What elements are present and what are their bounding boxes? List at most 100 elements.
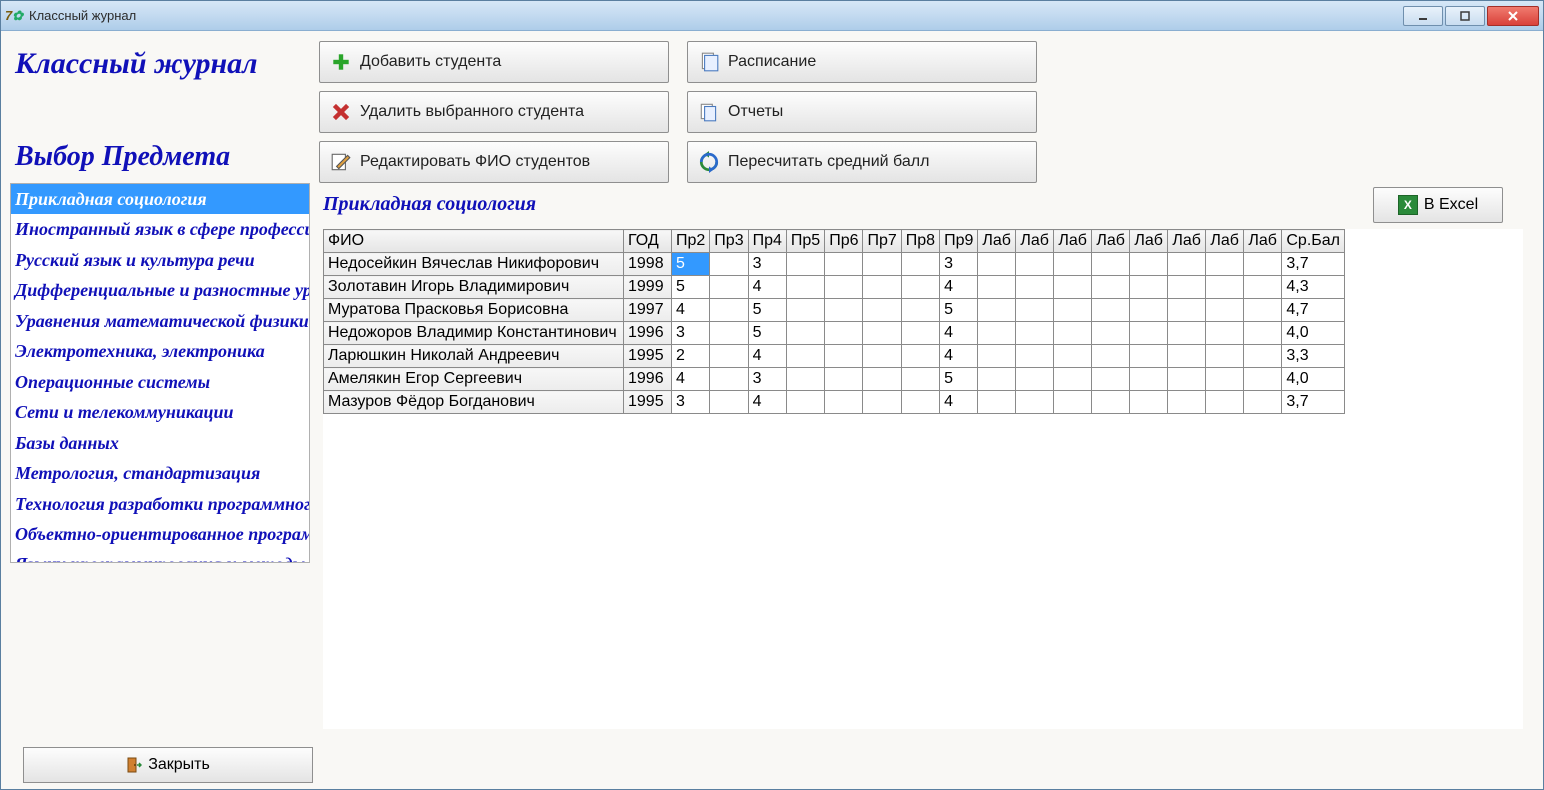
cell-mark[interactable] [1168,276,1206,299]
cell-mark[interactable]: 5 [672,253,710,276]
grades-grid[interactable]: ФИОГОДПр2Пр3Пр4Пр5Пр6Пр7Пр8Пр9ЛабЛабЛабЛ… [323,229,1523,729]
cell-mark[interactable] [825,253,863,276]
cell-mark[interactable] [978,368,1016,391]
cell-mark[interactable] [863,276,901,299]
cell-mark[interactable] [1016,345,1054,368]
subject-item[interactable]: Уравнения математической физики [11,306,309,336]
column-header[interactable]: Лаб [1168,230,1206,253]
column-header[interactable]: Лаб [1244,230,1282,253]
cell-mark[interactable] [1054,322,1092,345]
cell-mark[interactable] [1092,299,1130,322]
cell-mark[interactable] [863,368,901,391]
cell-avg[interactable]: 3,7 [1282,253,1345,276]
cell-mark[interactable] [1054,391,1092,414]
cell-mark[interactable] [786,276,824,299]
cell-mark[interactable] [1206,391,1244,414]
subject-item[interactable]: Операционные системы [11,367,309,397]
cell-mark[interactable] [901,299,939,322]
cell-mark[interactable] [978,391,1016,414]
cell-mark[interactable] [710,253,748,276]
column-header[interactable]: Ср.Бал [1282,230,1345,253]
cell-mark[interactable]: 5 [748,322,786,345]
close-window-button[interactable] [1487,6,1539,26]
cell-mark[interactable] [901,253,939,276]
cell-mark[interactable] [786,368,824,391]
cell-mark[interactable] [1092,368,1130,391]
cell-mark[interactable] [1244,299,1282,322]
cell-mark[interactable]: 4 [940,322,978,345]
cell-mark[interactable] [825,299,863,322]
column-header[interactable]: Лаб [1016,230,1054,253]
cell-mark[interactable]: 4 [940,391,978,414]
cell-fio[interactable]: Мазуров Фёдор Богданович [324,391,624,414]
cell-year[interactable]: 1995 [624,391,672,414]
cell-mark[interactable]: 4 [672,368,710,391]
cell-mark[interactable] [710,345,748,368]
cell-avg[interactable]: 4,0 [1282,368,1345,391]
cell-mark[interactable]: 3 [940,253,978,276]
cell-mark[interactable] [1206,322,1244,345]
cell-mark[interactable] [1168,391,1206,414]
column-header[interactable]: ГОД [624,230,672,253]
cell-mark[interactable]: 4 [748,391,786,414]
cell-mark[interactable] [710,368,748,391]
cell-mark[interactable] [901,391,939,414]
table-row[interactable]: Золотавин Игорь Владимирович19995444,3 [324,276,1345,299]
edit-names-button[interactable]: Редактировать ФИО студентов [319,141,669,183]
cell-mark[interactable] [825,322,863,345]
cell-mark[interactable]: 5 [940,368,978,391]
cell-mark[interactable] [978,253,1016,276]
column-header[interactable]: Пр4 [748,230,786,253]
cell-fio[interactable]: Ларюшкин Николай Андреевич [324,345,624,368]
cell-mark[interactable]: 4 [940,276,978,299]
cell-mark[interactable] [1016,391,1054,414]
cell-mark[interactable] [978,299,1016,322]
cell-mark[interactable] [1244,253,1282,276]
cell-mark[interactable] [710,276,748,299]
cell-year[interactable]: 1995 [624,345,672,368]
cell-mark[interactable] [863,299,901,322]
cell-mark[interactable] [863,345,901,368]
cell-avg[interactable]: 3,7 [1282,391,1345,414]
cell-mark[interactable]: 4 [940,345,978,368]
cell-mark[interactable] [978,345,1016,368]
cell-mark[interactable]: 5 [672,276,710,299]
subject-item[interactable]: Прикладная социология [11,184,309,214]
cell-mark[interactable] [710,299,748,322]
column-header[interactable]: Пр2 [672,230,710,253]
recalculate-button[interactable]: Пересчитать средний балл [687,141,1037,183]
cell-mark[interactable] [786,322,824,345]
cell-avg[interactable]: 4,3 [1282,276,1345,299]
table-row[interactable]: Амелякин Егор Сергеевич19964354,0 [324,368,1345,391]
subject-item[interactable]: Объектно-ориентированное программировани… [11,519,309,549]
cell-mark[interactable] [863,322,901,345]
cell-mark[interactable]: 3 [748,368,786,391]
cell-mark[interactable] [1054,299,1092,322]
cell-mark[interactable] [978,276,1016,299]
cell-mark[interactable] [1130,322,1168,345]
cell-mark[interactable] [1244,322,1282,345]
cell-year[interactable]: 1998 [624,253,672,276]
cell-mark[interactable]: 3 [672,391,710,414]
cell-mark[interactable]: 3 [748,253,786,276]
cell-mark[interactable] [1054,368,1092,391]
column-header[interactable]: Пр5 [786,230,824,253]
cell-mark[interactable] [1016,253,1054,276]
cell-mark[interactable] [1130,391,1168,414]
table-row[interactable]: Недожоров Владимир Константинович1996354… [324,322,1345,345]
cell-mark[interactable] [901,368,939,391]
cell-avg[interactable]: 4,7 [1282,299,1345,322]
cell-mark[interactable] [1206,368,1244,391]
cell-mark[interactable] [1016,368,1054,391]
cell-mark[interactable] [825,368,863,391]
cell-mark[interactable] [1168,253,1206,276]
cell-mark[interactable] [1168,368,1206,391]
cell-mark[interactable] [1206,345,1244,368]
cell-mark[interactable] [901,322,939,345]
cell-mark[interactable] [1244,345,1282,368]
minimize-button[interactable] [1403,6,1443,26]
cell-year[interactable]: 1996 [624,322,672,345]
cell-mark[interactable] [1054,276,1092,299]
cell-mark[interactable]: 4 [748,345,786,368]
cell-mark[interactable] [1168,299,1206,322]
